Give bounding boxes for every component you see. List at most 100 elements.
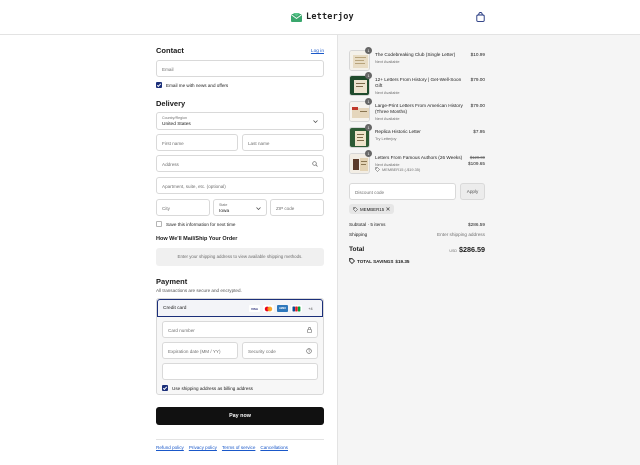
item-price: $10.99 bbox=[470, 52, 485, 57]
credit-card-option[interactable]: Credit card VISA AMEX +4 bbox=[157, 299, 323, 317]
news-checkbox[interactable] bbox=[156, 82, 162, 88]
total-currency: USD bbox=[449, 249, 458, 253]
close-icon[interactable] bbox=[386, 207, 390, 211]
shipping-message: Enter your shipping address to view avai… bbox=[177, 254, 303, 259]
mastercard-icon bbox=[263, 305, 274, 312]
apartment-field[interactable]: Apartment, suite, etc. (optional) bbox=[156, 177, 324, 194]
card-number-placeholder: Card number bbox=[168, 327, 195, 333]
pay-now-button[interactable]: Pay now bbox=[156, 407, 324, 425]
header: Letterjoy bbox=[0, 0, 640, 35]
applied-discount-chip: MEMBER15 bbox=[349, 204, 395, 214]
subtotal-label: Subtotal · 5 items bbox=[349, 222, 386, 227]
card-logos: VISA AMEX +4 bbox=[249, 305, 316, 312]
footer-links: Refund policy Privacy policy Terms of se… bbox=[156, 445, 288, 450]
item-availability: Next Available bbox=[375, 115, 400, 121]
card-number-field[interactable]: Card number bbox=[162, 321, 318, 338]
zip-placeholder: ZIP code bbox=[276, 205, 295, 211]
shopping-bag-icon[interactable] bbox=[476, 12, 485, 22]
email-placeholder: Email bbox=[162, 66, 174, 72]
line-item: 1 Letters From Famous Authors (26 Weeks)… bbox=[349, 150, 485, 175]
discount-code-input[interactable]: Discount code bbox=[349, 183, 456, 200]
savings-label: TOTAL SAVINGS bbox=[357, 258, 394, 264]
billing-checkbox[interactable] bbox=[162, 385, 168, 391]
state-label: State bbox=[219, 202, 228, 207]
last-name-placeholder: Last name bbox=[248, 140, 270, 146]
email-field[interactable]: Email bbox=[156, 60, 324, 77]
shipping-methods-box: Enter your shipping address to view avai… bbox=[156, 248, 324, 266]
credit-card-label: Credit card bbox=[163, 306, 187, 311]
total-amount: $286.59 bbox=[459, 245, 485, 254]
expiry-placeholder: Expiration date (MM / YY) bbox=[168, 348, 221, 354]
country-label: Country/Region bbox=[162, 115, 187, 120]
quantity-badge: 1 bbox=[365, 98, 372, 105]
first-name-field[interactable]: First name bbox=[156, 134, 238, 151]
privacy-policy-link[interactable]: Privacy policy bbox=[189, 445, 217, 450]
more-cards-label: +4 bbox=[308, 306, 313, 311]
item-availability: Next Available bbox=[375, 89, 400, 95]
brand-name: Letterjoy bbox=[306, 12, 354, 22]
tag-icon bbox=[349, 258, 355, 264]
city-field[interactable]: City bbox=[156, 199, 210, 216]
line-item: 1 Replica Historic Letter Try Letterjoy … bbox=[349, 124, 485, 149]
payment-box: Credit card VISA AMEX +4 Card number Exp… bbox=[156, 298, 324, 395]
item-name: The Codebreaking Club (Single Letter) bbox=[375, 52, 456, 57]
item-availability: Next Available bbox=[375, 58, 400, 64]
discount-placeholder: Discount code bbox=[355, 189, 385, 195]
last-name-field[interactable]: Last name bbox=[242, 134, 324, 151]
zip-field[interactable]: ZIP code bbox=[270, 199, 324, 216]
item-availability: Try Letterjoy bbox=[375, 135, 397, 141]
terms-of-service-link[interactable]: Terms of service bbox=[222, 445, 255, 450]
tag-icon bbox=[353, 206, 358, 212]
first-name-placeholder: First name bbox=[162, 140, 184, 146]
save-info-label: Save this information for next time bbox=[166, 221, 236, 227]
chevron-down-icon bbox=[256, 207, 261, 210]
item-price: $109.65 bbox=[468, 161, 485, 166]
envelope-logo-icon bbox=[291, 12, 302, 22]
shipping-title: How We'll Mail/Ship Your Order bbox=[156, 236, 238, 242]
item-discount-label: MEMBER15 (-$19.35) bbox=[382, 167, 421, 172]
total-value: USD $286.59 bbox=[449, 245, 485, 254]
item-original-price: $129.00 bbox=[469, 155, 485, 160]
applied-code: MEMBER15 bbox=[360, 206, 385, 212]
quantity-badge: 1 bbox=[365, 124, 372, 131]
shipping-value: Enter shipping address bbox=[437, 232, 485, 237]
address-placeholder: Address bbox=[162, 161, 179, 167]
billing-label: Use shipping address as billing address bbox=[172, 385, 253, 391]
expiry-field[interactable]: Expiration date (MM / YY) bbox=[162, 342, 238, 359]
contact-title: Contact bbox=[156, 46, 184, 55]
save-info-checkbox[interactable] bbox=[156, 221, 162, 227]
subtotal-value: $286.59 bbox=[468, 222, 485, 227]
login-link[interactable]: Log in bbox=[311, 49, 324, 54]
savings-value: $19.35 bbox=[395, 258, 410, 264]
country-select[interactable]: Country/Region United States bbox=[156, 112, 324, 130]
quantity-badge: 1 bbox=[365, 47, 372, 54]
total-label: Total bbox=[349, 246, 365, 253]
search-icon bbox=[312, 161, 318, 167]
help-icon[interactable] bbox=[306, 348, 312, 354]
delivery-title: Delivery bbox=[156, 99, 186, 108]
total-savings: TOTAL SAVINGS $19.35 bbox=[349, 258, 409, 264]
visa-icon: VISA bbox=[249, 305, 260, 312]
apply-button[interactable]: Apply bbox=[460, 183, 485, 200]
brand-logo[interactable]: Letterjoy bbox=[291, 11, 354, 23]
item-name: Letters From Famous Authors (26 Weeks) bbox=[375, 155, 463, 160]
line-item: 1 Large-Print Letters From American Hist… bbox=[349, 98, 485, 123]
footer-divider bbox=[156, 439, 324, 440]
line-item: 1 The Codebreaking Club (Single Letter) … bbox=[349, 47, 485, 72]
country-value: United States bbox=[162, 121, 191, 127]
lock-icon bbox=[307, 327, 312, 333]
cancellations-link[interactable]: Cancellations bbox=[260, 445, 288, 450]
name-on-card-field[interactable] bbox=[162, 363, 318, 380]
city-placeholder: City bbox=[162, 205, 170, 211]
security-code-placeholder: Security code bbox=[248, 348, 276, 354]
item-price: $7.95 bbox=[473, 129, 485, 134]
refund-policy-link[interactable]: Refund policy bbox=[156, 445, 184, 450]
security-code-field[interactable]: Security code bbox=[242, 342, 318, 359]
apartment-placeholder: Apartment, suite, etc. (optional) bbox=[162, 183, 226, 189]
secure-note: All transactions are secure and encrypte… bbox=[156, 288, 242, 293]
item-price: $79.00 bbox=[470, 77, 485, 82]
item-name: 12+ Letters From History | Get-Well-Soon… bbox=[375, 77, 462, 88]
item-name: Large-Print Letters From American Histor… bbox=[375, 103, 463, 114]
address-field[interactable]: Address bbox=[156, 155, 324, 172]
state-select[interactable]: State Iowa bbox=[213, 199, 267, 216]
